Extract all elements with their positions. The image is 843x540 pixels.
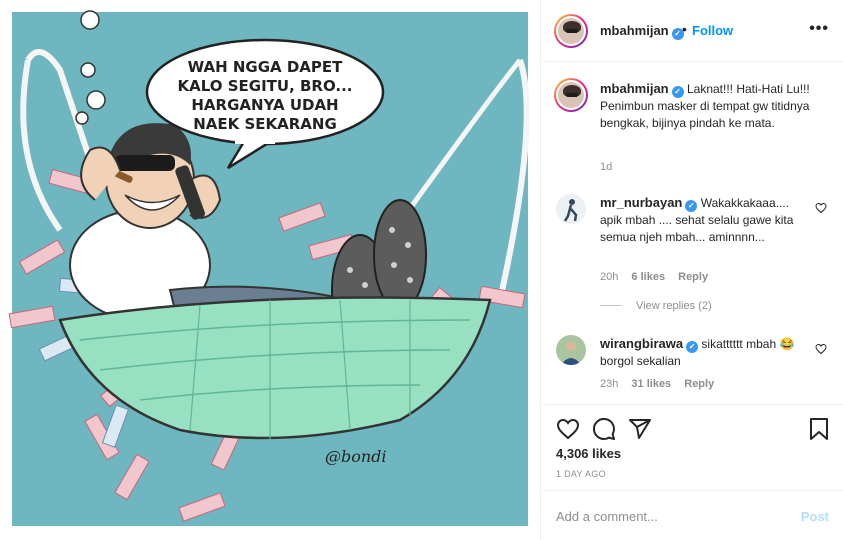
post-comment-button[interactable]: Post: [801, 509, 829, 524]
comment-meta: 20h 6 likes Reply: [600, 271, 708, 283]
post-header: mbahmijan ✓ • Follow •••: [542, 0, 843, 62]
comments-list: mbahmijan ✓ Laknat!!! Hati-Hati Lu!!! Pen…: [542, 63, 843, 403]
follow-button[interactable]: Follow: [692, 23, 733, 38]
comment-username[interactable]: wirangbirawa ✓: [600, 336, 699, 353]
caption-text: mbahmijan ✓ Laknat!!! Hati-Hati Lu!!! Pen…: [600, 80, 810, 132]
more-options-icon[interactable]: •••: [809, 20, 829, 38]
verified-badge-icon: ✓: [671, 86, 684, 98]
comment-username[interactable]: mr_nurbayan ✓: [600, 195, 698, 212]
artist-signature: @bondi: [325, 447, 387, 466]
comment-time[interactable]: 23h: [600, 378, 618, 390]
post-image[interactable]: WAH NGGA DAPET KALO SEGITU, BRO... HARGA…: [0, 0, 541, 540]
like-comment-heart-icon[interactable]: [815, 202, 827, 214]
speech-line-3: HARGANYA UDAH: [191, 96, 338, 114]
add-comment-bar: Add a comment... Post: [542, 490, 843, 540]
reply-button[interactable]: Reply: [684, 378, 714, 390]
verified-badge-icon: ✓: [686, 341, 699, 353]
heart-icon[interactable]: [556, 417, 580, 441]
caption-time[interactable]: 1d: [600, 161, 612, 173]
cartoon-illustration: WAH NGGA DAPET KALO SEGITU, BRO... HARGA…: [8, 10, 530, 522]
author-avatar[interactable]: [554, 14, 588, 48]
comment-time[interactable]: 20h: [600, 271, 618, 283]
speech-line-2: KALO SEGITU, BRO...: [177, 77, 352, 95]
caption-username[interactable]: mbahmijan ✓: [600, 81, 684, 98]
bookmark-icon[interactable]: [808, 417, 830, 441]
post-timestamp: 1 DAY AGO: [556, 469, 606, 479]
comment-text: wirangbirawa ✓ sikatttttt mbah 😂 borgol s…: [600, 335, 810, 370]
comment-likes[interactable]: 6 likes: [631, 271, 665, 283]
verified-badge-icon: ✓: [685, 200, 698, 212]
reply-button[interactable]: Reply: [678, 271, 708, 283]
author-username[interactable]: mbahmijan ✓: [600, 23, 684, 40]
speech-line-1: WAH NGGA DAPET: [188, 58, 344, 76]
view-replies-button[interactable]: View replies (2): [600, 300, 712, 312]
comment-item: wirangbirawa ✓ sikatttttt mbah 😂 borgol s…: [556, 335, 831, 395]
comment-text: mr_nurbayan ✓ Wakakkakaaa.... apik mbah .…: [600, 194, 810, 246]
post-sidebar: mbahmijan ✓ • Follow ••• mbahmijan ✓ Lakna…: [542, 0, 843, 540]
separator-dot: •: [682, 21, 687, 37]
speech-line-4: NAEK SEKARANG: [193, 115, 337, 133]
comment-icon[interactable]: [592, 417, 616, 441]
commenter-avatar[interactable]: [556, 335, 586, 365]
caption: mbahmijan ✓ Laknat!!! Hati-Hati Lu!!! Pen…: [554, 78, 831, 180]
caption-meta: 1d: [600, 161, 622, 173]
comment-input[interactable]: Add a comment...: [556, 509, 658, 524]
like-count[interactable]: 4,306 likes: [556, 446, 621, 461]
comment-likes[interactable]: 31 likes: [631, 378, 671, 390]
like-comment-heart-icon[interactable]: [815, 343, 827, 355]
caption-avatar[interactable]: [554, 78, 588, 112]
commenter-avatar[interactable]: [556, 194, 586, 224]
share-icon[interactable]: [628, 417, 652, 441]
comment-meta: 23h 31 likes Reply: [600, 378, 714, 390]
post-actions: 4,306 likes 1 DAY AGO: [542, 404, 843, 496]
comment-item: mr_nurbayan ✓ Wakakkakaaa.... apik mbah .…: [556, 194, 831, 294]
